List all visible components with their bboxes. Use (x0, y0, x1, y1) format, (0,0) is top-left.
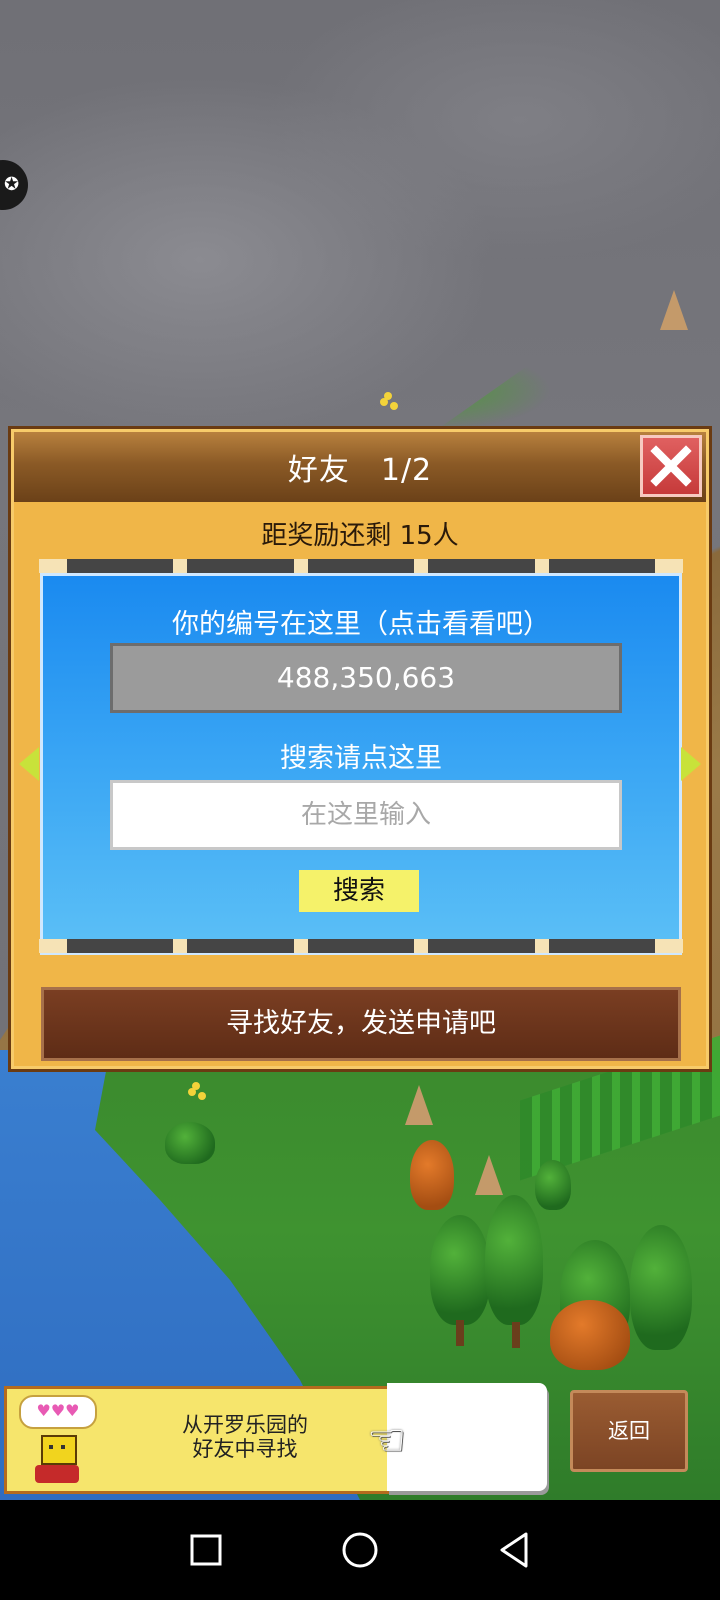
tree (535, 1160, 571, 1210)
kairo-friends-card[interactable]: ♥♥♥ 从开罗乐园的 好友中寻找 ☜ (4, 1383, 547, 1494)
triangle-back-icon[interactable] (494, 1530, 534, 1570)
tree (485, 1195, 543, 1325)
id-search-panel: 你的编号在这里（点击看看吧） 488,350,663 搜索请点这里 搜索 (40, 573, 682, 955)
square-icon[interactable] (186, 1530, 226, 1570)
tree (430, 1215, 490, 1325)
kairobot-mascot-icon: ♥♥♥ (19, 1395, 97, 1487)
dialog-header: 好友 1/2 (14, 432, 706, 502)
dialog-title: 好友 1/2 (287, 453, 433, 488)
card-line-2: 好友中寻找 (192, 1437, 298, 1461)
fruit-tree (410, 1140, 454, 1210)
mascot-head (41, 1435, 77, 1465)
card-tab-extension (387, 1383, 547, 1491)
system-nav-bar (0, 1500, 720, 1600)
rock-spire (660, 290, 688, 330)
tree-trunk (512, 1322, 520, 1348)
search-button[interactable]: 搜索 (299, 870, 419, 912)
find-friends-button[interactable]: 寻找好友，发送申请吧 (41, 987, 681, 1061)
fruit-tree (550, 1300, 630, 1370)
arrow-left-icon[interactable] (19, 747, 39, 781)
your-id-display[interactable]: 488,350,663 (110, 643, 622, 713)
flower-patch (380, 398, 388, 406)
hearts-bubble: ♥♥♥ (19, 1395, 97, 1429)
tree-trunk (456, 1320, 464, 1346)
card-line-1: 从开罗乐园的 (182, 1413, 308, 1437)
search-label: 搜索请点这里 (280, 743, 442, 774)
tree (630, 1225, 692, 1350)
kairo-friends-text: 从开罗乐园的 好友中寻找 (125, 1413, 365, 1461)
decor-strip-top (39, 559, 683, 573)
bush (165, 1122, 215, 1164)
close-button[interactable] (640, 435, 702, 497)
friends-dialog: 好友 1/2 距奖励还剩 15人 你的编号在这里（点击看看吧） 488,350,… (8, 426, 712, 1072)
circle-icon[interactable] (340, 1530, 380, 1570)
rock-spire (475, 1155, 503, 1195)
friend-id-search-input[interactable] (110, 780, 622, 850)
mascot-body (35, 1465, 79, 1483)
your-id-label: 你的编号在这里（点击看看吧） (172, 609, 550, 640)
decor-strip-bottom (39, 939, 683, 953)
rock-spire (405, 1085, 433, 1125)
arrow-right-icon[interactable] (681, 747, 701, 781)
back-button[interactable]: 返回 (570, 1390, 688, 1472)
reward-remaining-text: 距奖励还剩 15人 (261, 521, 459, 551)
close-x-icon (650, 445, 692, 487)
pointing-hand-icon: ☜ (367, 1415, 407, 1466)
flower-patch (188, 1088, 196, 1096)
